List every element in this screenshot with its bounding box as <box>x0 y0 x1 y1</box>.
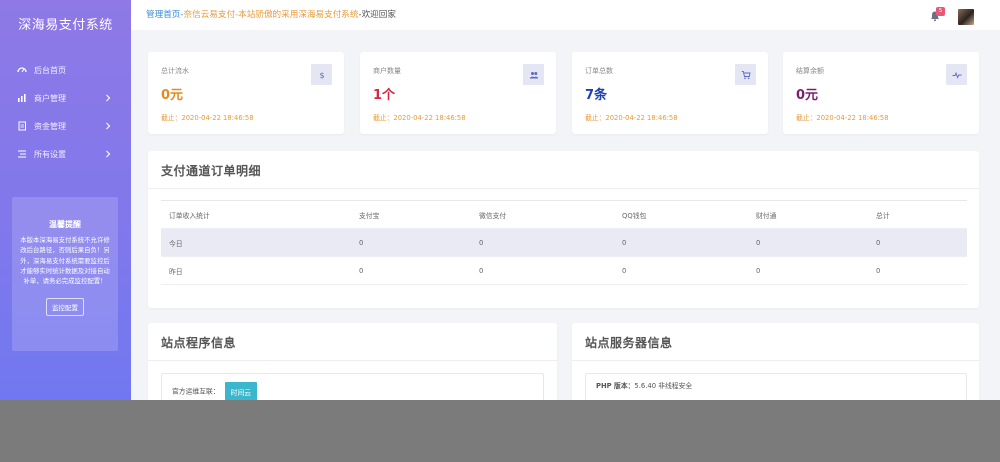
list-settings-icon <box>17 149 27 159</box>
notice-text: 本版本深海易支付系统不允许修改后台路径，否则后果自负！另外，深海易支付系统需要监… <box>20 236 110 286</box>
dashboard-icon <box>17 65 27 75</box>
table-header-cell: 总计 <box>876 211 890 220</box>
table-cell: 0 <box>359 266 364 275</box>
sidebar-nav: 后台首页 商户管理 资金管理 所有设置 <box>0 56 131 168</box>
time-cloud-button[interactable]: 时间云 <box>224 382 258 402</box>
table-cell: 0 <box>479 238 484 247</box>
breadcrumb: 管理首页-奈信云易支付-本站骄傲的采用深海易支付系统-欢迎回家 <box>146 8 396 20</box>
table-header-cell: 微信支付 <box>479 211 507 220</box>
table-cell: 0 <box>622 266 627 275</box>
sidebar-item-funds[interactable]: 资金管理 <box>0 112 131 140</box>
stat-time: 截止：2020-04-22 18:46:58 <box>585 114 678 122</box>
notification-badge: 5 <box>936 7 945 16</box>
program-panel-title: 站点程序信息 <box>161 336 237 350</box>
stat-time: 截止：2020-04-22 18:46:58 <box>373 114 466 122</box>
table-cell: 今日 <box>169 239 183 248</box>
breadcrumb-home[interactable]: 管理首页 <box>146 10 180 20</box>
dollar-icon: $ <box>311 64 332 85</box>
screen-overlay <box>0 400 1000 462</box>
stat-card-merchants: 商户数量 1个 截止：2020-04-22 18:46:58 <box>360 52 556 134</box>
document-icon <box>17 121 27 131</box>
stat-label: 总计流水 <box>161 67 189 75</box>
stat-time: 截止：2020-04-22 18:46:58 <box>161 114 254 122</box>
table-cell: 0 <box>479 266 484 275</box>
sidebar-item-dashboard[interactable]: 后台首页 <box>0 56 131 84</box>
stat-card-balance: 结算余额 0元 截止：2020-04-22 18:46:58 <box>783 52 979 134</box>
sidebar-item-label: 后台首页 <box>34 65 66 75</box>
bar-chart-icon <box>17 93 27 103</box>
breadcrumb-site: 奈信云易支付-本站骄傲的采用深海易支付系统 <box>183 10 359 20</box>
stat-label: 商户数量 <box>373 67 401 75</box>
table-header-cell: 财付通 <box>756 211 777 220</box>
chevron-right-icon <box>106 150 111 158</box>
chevron-right-icon <box>106 94 111 102</box>
svg-text:$: $ <box>319 71 324 80</box>
pulse-icon <box>946 64 967 85</box>
notice-box: 温馨提醒 本版本深海易支付系统不允许修改后台路径，否则后果自负！另外，深海易支付… <box>12 197 118 351</box>
table-cell: 0 <box>876 266 881 275</box>
divider <box>572 360 979 361</box>
orders-table: 订单收入统计 支付宝 微信支付 QQ钱包 财付通 总计 今日 0 0 0 0 0… <box>161 200 967 285</box>
php-version-value: 5.6.40 非线程安全 <box>634 382 693 390</box>
program-label: 官方运维互联： <box>172 387 220 396</box>
sidebar-item-settings[interactable]: 所有设置 <box>0 140 131 168</box>
table-cell: 0 <box>359 238 364 247</box>
breadcrumb-welcome: -欢迎回家 <box>358 10 396 20</box>
stat-value: 0元 <box>796 88 819 103</box>
orders-panel: 支付通道订单明细 订单收入统计 支付宝 微信支付 QQ钱包 财付通 总计 今日 … <box>148 151 979 308</box>
divider <box>148 360 557 361</box>
notice-title: 温馨提醒 <box>49 220 81 229</box>
sidebar-item-label: 商户管理 <box>34 93 66 103</box>
table-header-row: 订单收入统计 支付宝 微信支付 QQ钱包 财付通 总计 <box>161 201 967 229</box>
table-row: 昨日 0 0 0 0 0 <box>161 257 967 285</box>
server-panel-title: 站点服务器信息 <box>585 336 673 350</box>
stat-value: 0元 <box>161 88 184 103</box>
table-cell: 昨日 <box>169 267 183 276</box>
table-row: 今日 0 0 0 0 0 <box>161 229 967 257</box>
sidebar-item-merchants[interactable]: 商户管理 <box>0 84 131 112</box>
chevron-right-icon <box>106 122 111 130</box>
users-icon <box>523 64 544 85</box>
orders-panel-title: 支付通道订单明细 <box>161 164 262 178</box>
sidebar-item-label: 所有设置 <box>34 149 66 159</box>
table-cell: 0 <box>756 238 761 247</box>
sidebar: 深海易支付系统 后台首页 商户管理 资金管理 所有设置 温馨提醒 本版本深海易支… <box>0 0 131 462</box>
stat-label: 结算余额 <box>796 67 824 75</box>
stat-card-total-flow: 总计流水 0元 截止：2020-04-22 18:46:58 $ <box>148 52 344 134</box>
php-version-label: PHP 版本： <box>596 382 635 390</box>
stat-card-orders: 订单总数 7条 截止：2020-04-22 18:46:58 <box>572 52 768 134</box>
stat-value: 7条 <box>585 88 608 103</box>
monitor-config-button[interactable]: 监控配置 <box>46 298 84 317</box>
table-cell: 0 <box>622 238 627 247</box>
topbar: 管理首页-奈信云易支付-本站骄傲的采用深海易支付系统-欢迎回家 5 <box>131 0 1000 30</box>
cart-icon <box>735 64 756 85</box>
stat-label: 订单总数 <box>585 67 613 75</box>
table-cell: 0 <box>756 266 761 275</box>
table-header-cell: QQ钱包 <box>622 211 647 220</box>
brand-title[interactable]: 深海易支付系统 <box>0 14 131 33</box>
stat-time: 截止：2020-04-22 18:46:58 <box>796 114 889 122</box>
divider <box>148 188 979 189</box>
avatar[interactable] <box>958 9 974 25</box>
table-header-cell: 支付宝 <box>359 211 380 220</box>
sidebar-item-label: 资金管理 <box>34 121 66 131</box>
table-cell: 0 <box>876 238 881 247</box>
stat-value: 1个 <box>373 88 396 103</box>
table-header-cell: 订单收入统计 <box>169 211 210 220</box>
